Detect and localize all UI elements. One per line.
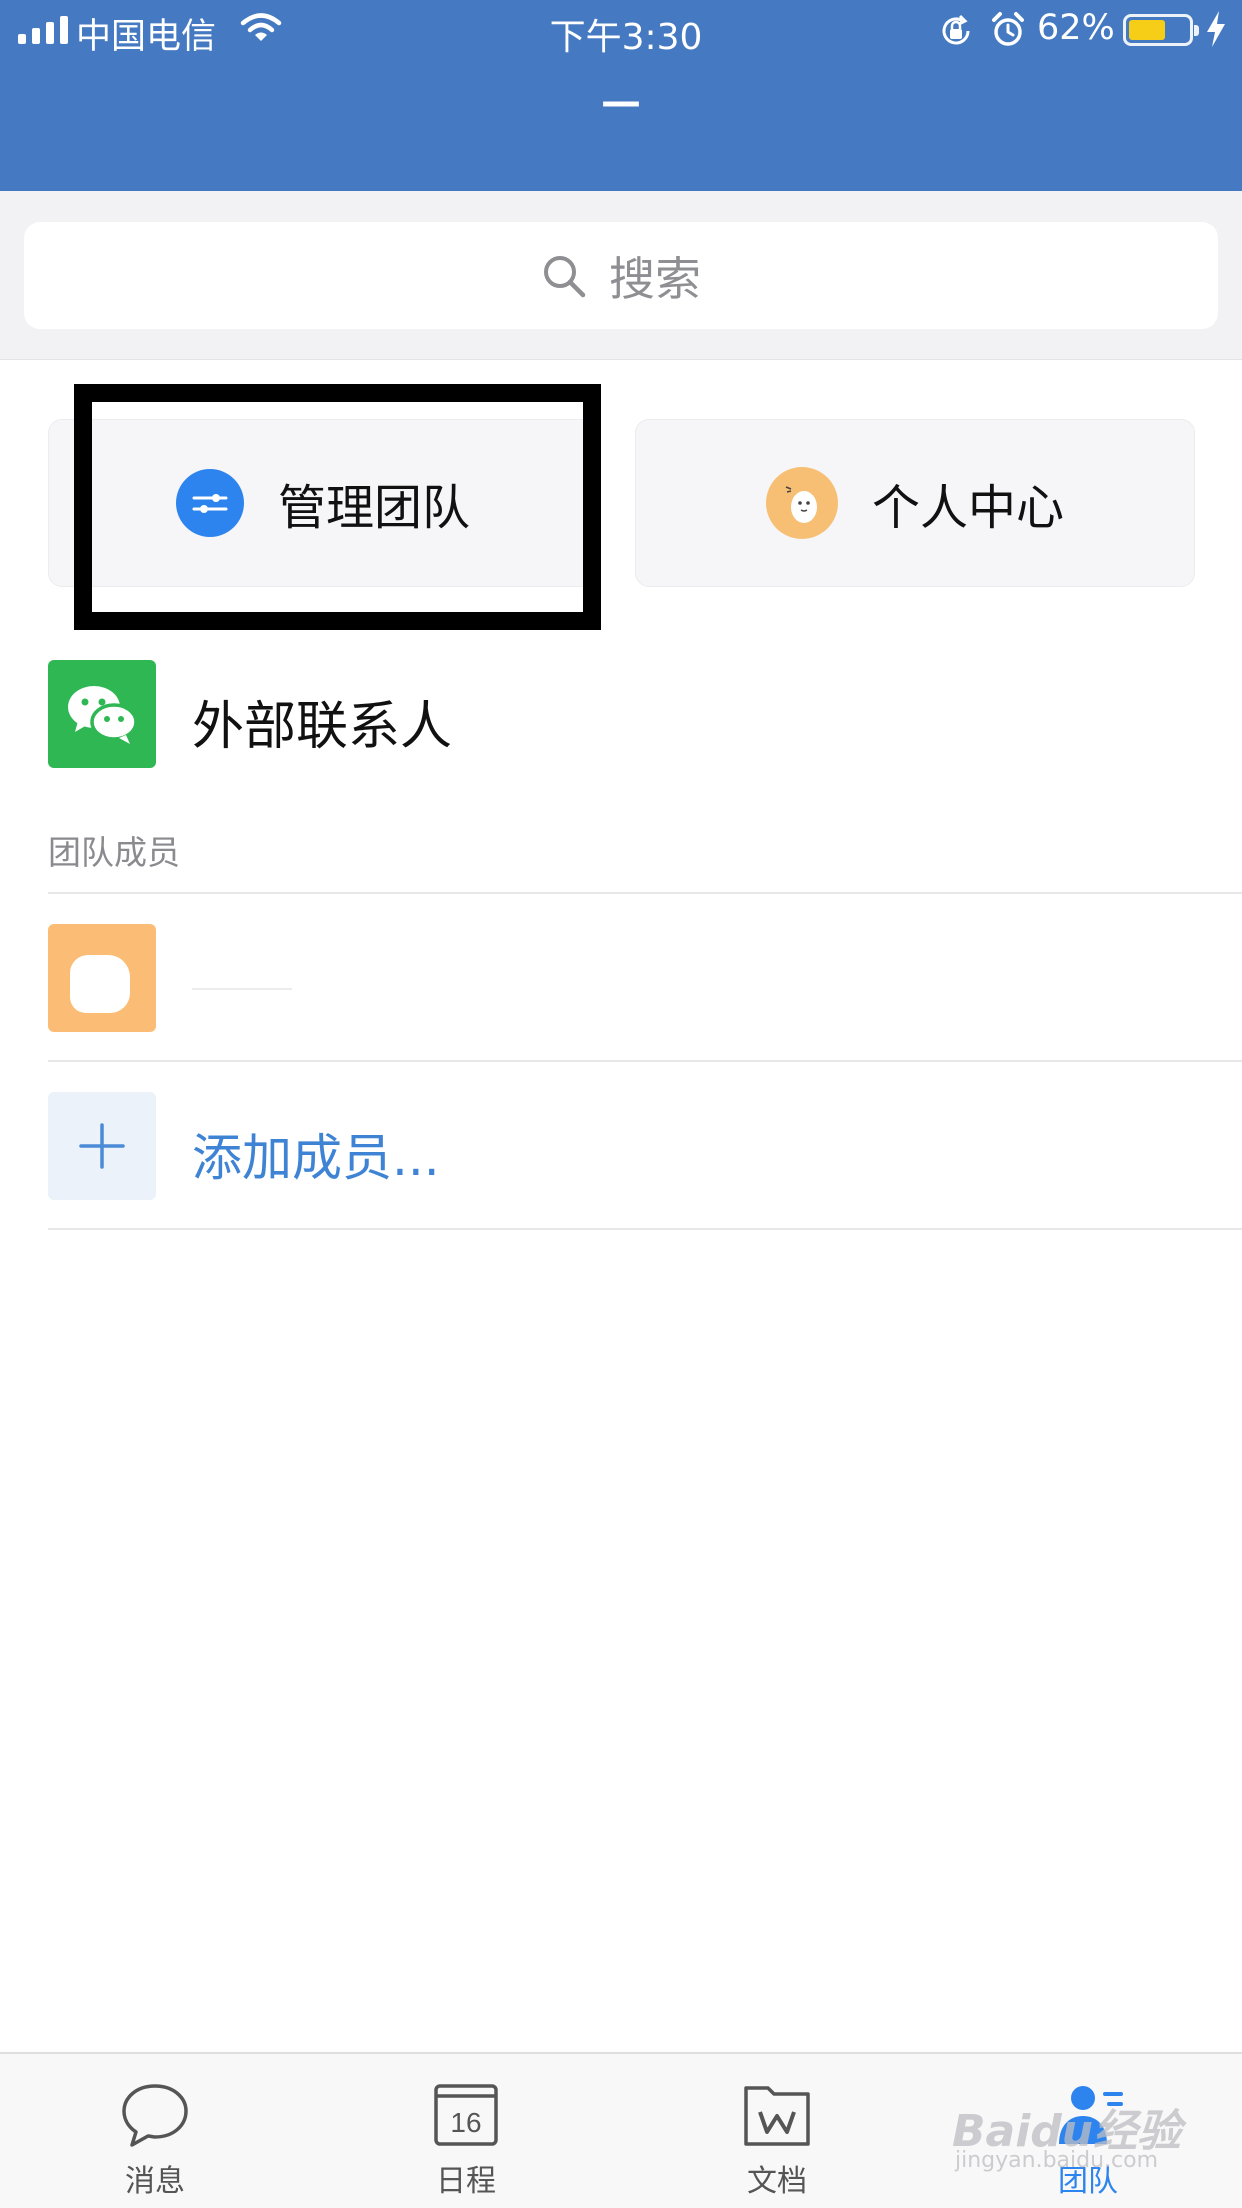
section-title-members: 团队成员 <box>48 833 180 872</box>
page-title: — <box>601 79 641 125</box>
divider <box>48 1228 1242 1230</box>
app-header: 中国电信 下午3:30 62% — <box>0 0 1242 191</box>
chat-bubble-icon <box>122 2084 188 2147</box>
external-contacts-item[interactable]: 外部联系人 <box>192 684 452 759</box>
search-icon <box>544 255 586 297</box>
divider <box>48 892 1242 894</box>
personal-center-button[interactable]: 个人中心 <box>635 419 1195 587</box>
member-name[interactable] <box>192 988 292 990</box>
personal-center-label: 个人中心 <box>871 480 1064 536</box>
tab-documents[interactable]: 文档 <box>707 2080 847 2200</box>
watermark-url: jingyan.baidu.com <box>955 2148 1159 2173</box>
tab-messages[interactable]: 消息 <box>85 2080 225 2200</box>
search-area: 搜索 <box>0 191 1242 360</box>
add-member-icon[interactable] <box>48 1092 156 1200</box>
add-member-button[interactable]: 添加成员... <box>192 1118 440 1190</box>
divider <box>48 1060 1242 1062</box>
search-placeholder: 搜索 <box>609 251 701 306</box>
document-folder-icon <box>744 2086 810 2146</box>
alarm-icon <box>992 12 1024 46</box>
charging-icon <box>1207 11 1225 47</box>
calendar-day: 16 <box>450 2107 481 2138</box>
battery-percent: 62% <box>1037 8 1115 48</box>
calendar-icon: 16 <box>434 2084 498 2146</box>
status-bar: 中国电信 下午3:30 62% <box>0 0 1242 62</box>
search-input[interactable]: 搜索 <box>24 222 1218 329</box>
battery-icon <box>1123 14 1199 46</box>
orientation-lock-icon <box>942 14 970 45</box>
avatar <box>765 467 838 539</box>
tab-schedule[interactable]: 16 日程 <box>396 2080 536 2200</box>
wechat-icon[interactable] <box>48 660 156 768</box>
highlight-box <box>74 384 601 630</box>
member-avatar[interactable] <box>48 924 156 1032</box>
